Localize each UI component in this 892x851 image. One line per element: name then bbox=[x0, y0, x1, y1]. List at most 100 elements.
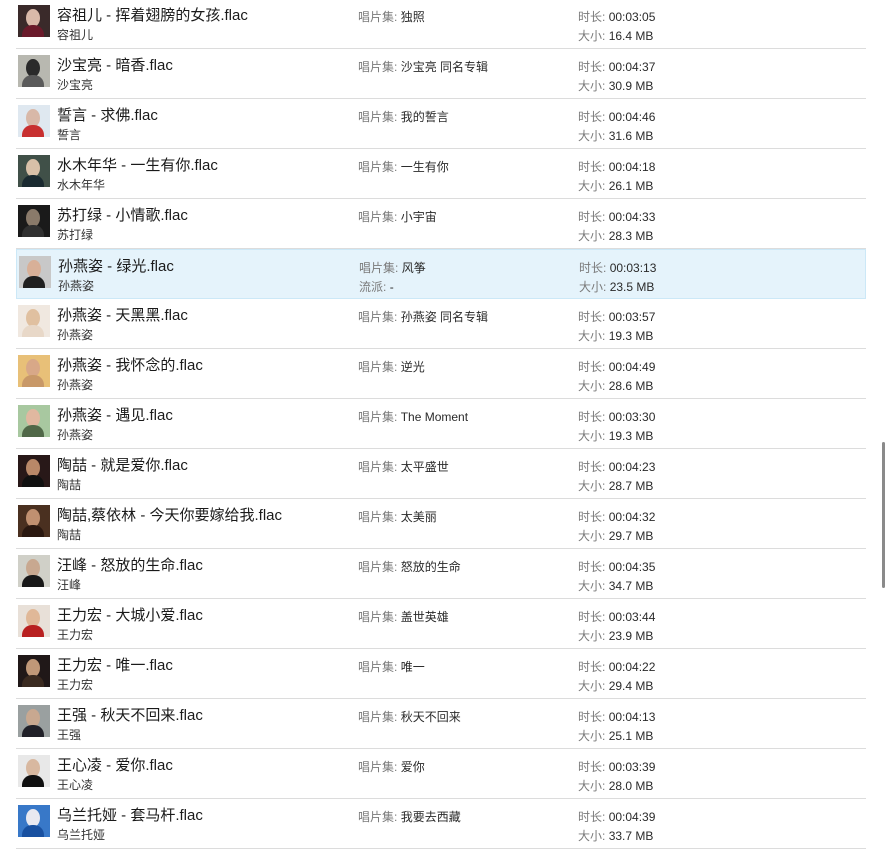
size-value: 25.1 MB bbox=[608, 729, 654, 743]
track-row[interactable]: 孙燕姿 - 遇见.flac 孙燕姿 唱片集: The Moment 时长: 00… bbox=[16, 399, 866, 449]
track-row[interactable]: 孙燕姿 - 天黑黑.flac 孙燕姿 唱片集: 孙燕姿 同名专辑 时长: 00:… bbox=[16, 299, 866, 349]
track-row[interactable]: 孙燕姿 - 我怀念的.flac 孙燕姿 唱片集: 逆光 时长: 00:04:49… bbox=[16, 349, 866, 399]
duration-label: 时长: bbox=[578, 460, 606, 474]
track-row[interactable]: 陶喆 - 就是爱你.flac 陶喆 唱片集: 太平盛世 时长: 00:04:23… bbox=[16, 449, 866, 499]
size-field: 大小: 19.3 MB bbox=[578, 327, 653, 344]
track-title: 誓言 - 求佛.flac bbox=[57, 107, 158, 124]
duration-field: 时长: 00:03:57 bbox=[578, 308, 655, 325]
track-title: 陶喆,蔡依林 - 今天你要嫁给我.flac bbox=[57, 507, 283, 524]
album-label: 唱片集: bbox=[358, 60, 398, 74]
duration-value: 00:04:37 bbox=[608, 60, 656, 74]
size-value: 34.7 MB bbox=[608, 579, 654, 593]
size-value: 33.7 MB bbox=[608, 829, 654, 843]
size-value: 28.0 MB bbox=[608, 779, 654, 793]
duration-label: 时长: bbox=[578, 410, 606, 424]
duration-value: 00:04:18 bbox=[608, 160, 656, 174]
track-title: 水木年华 - 一生有你.flac bbox=[57, 157, 218, 174]
album-art-figure-body bbox=[22, 825, 44, 837]
album-value: 逆光 bbox=[400, 360, 425, 374]
album-value: 独照 bbox=[400, 10, 425, 24]
size-label: 大小: bbox=[578, 579, 606, 593]
duration-value: 00:03:39 bbox=[608, 760, 656, 774]
scrollbar-thumb[interactable] bbox=[882, 442, 885, 588]
album-art-figure-body bbox=[22, 225, 44, 237]
size-field: 大小: 16.4 MB bbox=[578, 27, 653, 44]
track-title: 王强 - 秋天不回来.flac bbox=[57, 707, 203, 724]
track-row[interactable]: 容祖儿 - 挥着翅膀的女孩.flac 容祖儿 唱片集: 独照 时长: 00:03… bbox=[16, 0, 866, 49]
album-art-thumbnail bbox=[18, 505, 50, 537]
size-value: 29.7 MB bbox=[608, 529, 654, 543]
duration-field: 时长: 00:04:22 bbox=[578, 658, 655, 675]
size-field: 大小: 34.7 MB bbox=[578, 577, 653, 594]
album-label: 唱片集: bbox=[358, 410, 398, 424]
track-artist: 王心凌 bbox=[57, 778, 94, 792]
track-row[interactable]: 誓言 - 求佛.flac 誓言 唱片集: 我的誓言 时长: 00:04:46 大… bbox=[16, 99, 866, 149]
duration-label: 时长: bbox=[578, 60, 606, 74]
track-title: 王力宏 - 大城小爱.flac bbox=[57, 607, 203, 624]
track-row[interactable]: 乌兰托娅 - 套马杆.flac 乌兰托娅 唱片集: 我要去西藏 时长: 00:0… bbox=[16, 799, 866, 849]
track-row[interactable]: 王力宏 - 大城小爱.flac 王力宏 唱片集: 盖世英雄 时长: 00:03:… bbox=[16, 599, 866, 649]
album-art-thumbnail bbox=[18, 205, 50, 237]
album-art-figure-body bbox=[22, 425, 44, 437]
track-title: 孙燕姿 - 我怀念的.flac bbox=[57, 357, 203, 374]
track-row[interactable]: 沙宝亮 - 暗香.flac 沙宝亮 唱片集: 沙宝亮 同名专辑 时长: 00:0… bbox=[16, 49, 866, 99]
size-field: 大小: 23.5 MB bbox=[579, 278, 654, 295]
size-label: 大小: bbox=[578, 629, 606, 643]
size-label: 大小: bbox=[578, 379, 606, 393]
size-value: 28.7 MB bbox=[608, 479, 654, 493]
album-label: 唱片集: bbox=[358, 210, 398, 224]
album-value: 盖世英雄 bbox=[400, 610, 449, 624]
duration-label: 时长: bbox=[578, 660, 606, 674]
size-value: 29.4 MB bbox=[608, 679, 654, 693]
track-row[interactable]: 陶喆,蔡依林 - 今天你要嫁给我.flac 陶喆 唱片集: 太美丽 时长: 00… bbox=[16, 499, 866, 549]
track-row[interactable]: 苏打绿 - 小情歌.flac 苏打绿 唱片集: 小宇宙 时长: 00:04:33… bbox=[16, 199, 866, 249]
album-label: 唱片集: bbox=[359, 261, 399, 275]
album-field: 唱片集: 唯一 bbox=[358, 658, 425, 675]
track-artist: 王力宏 bbox=[57, 628, 94, 642]
track-title: 容祖儿 - 挥着翅膀的女孩.flac bbox=[57, 7, 248, 24]
size-value: 23.5 MB bbox=[609, 280, 655, 294]
size-label: 大小: bbox=[579, 280, 607, 294]
size-value: 19.3 MB bbox=[608, 329, 654, 343]
album-art-figure-body bbox=[22, 375, 44, 387]
duration-value: 00:03:44 bbox=[608, 610, 656, 624]
duration-field: 时长: 00:03:44 bbox=[578, 608, 655, 625]
album-label: 唱片集: bbox=[358, 610, 398, 624]
track-title: 陶喆 - 就是爱你.flac bbox=[57, 457, 188, 474]
duration-value: 00:04:35 bbox=[608, 560, 656, 574]
size-field: 大小: 25.1 MB bbox=[578, 727, 653, 744]
size-label: 大小: bbox=[578, 329, 606, 343]
duration-field: 时长: 00:03:13 bbox=[579, 259, 656, 276]
size-field: 大小: 19.3 MB bbox=[578, 427, 653, 444]
track-row[interactable]: 汪峰 - 怒放的生命.flac 汪峰 唱片集: 怒放的生命 时长: 00:04:… bbox=[16, 549, 866, 599]
size-value: 31.6 MB bbox=[608, 129, 654, 143]
album-art-thumbnail bbox=[19, 256, 51, 288]
track-row[interactable]: 王强 - 秋天不回来.flac 王强 唱片集: 秋天不回来 时长: 00:04:… bbox=[16, 699, 866, 749]
album-art-figure-body bbox=[22, 175, 44, 187]
track-row[interactable]: 孙燕姿 - 绿光.flac 孙燕姿 唱片集: 风筝 流派: - 时长: 00:0… bbox=[16, 249, 866, 299]
track-row[interactable]: 水木年华 - 一生有你.flac 水木年华 唱片集: 一生有你 时长: 00:0… bbox=[16, 149, 866, 199]
duration-field: 时长: 00:04:35 bbox=[578, 558, 655, 575]
track-row[interactable]: 王力宏 - 唯一.flac 王力宏 唱片集: 唯一 时长: 00:04:22 大… bbox=[16, 649, 866, 699]
album-value: 一生有你 bbox=[400, 160, 449, 174]
track-row[interactable]: 王心凌 - 爱你.flac 王心凌 唱片集: 爱你 时长: 00:03:39 大… bbox=[16, 749, 866, 799]
size-field: 大小: 28.3 MB bbox=[578, 227, 653, 244]
duration-label: 时长: bbox=[578, 110, 606, 124]
album-art-figure-body bbox=[22, 525, 44, 537]
album-field: 唱片集: 太平盛世 bbox=[358, 458, 449, 475]
size-value: 16.4 MB bbox=[608, 29, 654, 43]
size-field: 大小: 31.6 MB bbox=[578, 127, 653, 144]
duration-field: 时长: 00:04:13 bbox=[578, 708, 655, 725]
size-label: 大小: bbox=[578, 229, 606, 243]
album-field: 唱片集: The Moment bbox=[358, 408, 468, 425]
duration-label: 时长: bbox=[578, 760, 606, 774]
album-value: 小宇宙 bbox=[400, 210, 437, 224]
album-art-thumbnail bbox=[18, 355, 50, 387]
album-art-figure-body bbox=[23, 276, 45, 288]
album-label: 唱片集: bbox=[358, 660, 398, 674]
vertical-scrollbar[interactable] bbox=[880, 0, 888, 851]
album-art-thumbnail bbox=[18, 705, 50, 737]
duration-label: 时长: bbox=[579, 261, 607, 275]
duration-field: 时长: 00:04:23 bbox=[578, 458, 655, 475]
duration-value: 00:04:33 bbox=[608, 210, 656, 224]
